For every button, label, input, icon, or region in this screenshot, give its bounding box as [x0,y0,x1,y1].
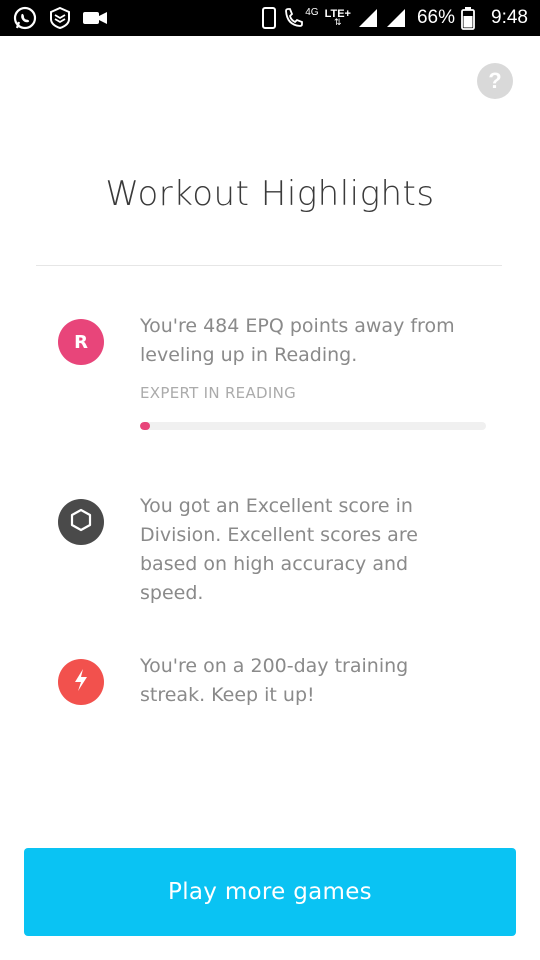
whatsapp-icon [12,5,38,31]
battery-icon [461,6,475,30]
reading-highlight-text: You're 484 EPQ points away from leveling… [140,315,455,366]
hexagon-badge [58,499,104,545]
lte-label: LTE+ [324,7,351,20]
network-type-label: 4G [305,7,319,18]
notification-icons [12,6,108,30]
title-divider [36,265,502,266]
system-status: 4G LTE+ ⇅ 66% 9:48 [261,0,528,36]
play-more-games-button[interactable]: Play more games [24,848,516,936]
reading-progress-fill [140,422,151,430]
help-icon: ? [488,68,502,93]
reading-badge-icon: R [58,319,104,365]
status-bar: 4G LTE+ ⇅ 66% 9:48 [0,0,540,36]
streak-highlight-text: You're on a 200-day training streak. Kee… [140,655,409,706]
signal-icon [385,7,407,29]
status-time: 9:48 [491,7,528,28]
shield-app-icon [48,6,72,30]
reading-progress-bar [140,422,486,430]
hexagon-icon [70,508,92,536]
reading-badge-letter: R [74,331,88,353]
signal-icon [357,7,379,29]
data-arrows-icon: ⇅ [334,17,342,28]
help-button[interactable]: ? [477,63,513,99]
battery-percent: 66% [416,7,456,28]
play-more-games-label: Play more games [168,879,372,905]
lte-indicator: LTE+ ⇅ [325,4,351,32]
page-title: Workout Highlights [105,174,435,214]
wifi-call-icon [283,7,304,29]
video-camera-icon [82,8,108,28]
streak-badge [58,659,104,705]
lightning-bolt-icon [72,668,90,696]
phone-device-icon [261,6,277,30]
reading-level-label: EXPERT IN READING [140,384,297,402]
division-highlight-text: You got an Excellent score in Division. … [140,495,418,604]
